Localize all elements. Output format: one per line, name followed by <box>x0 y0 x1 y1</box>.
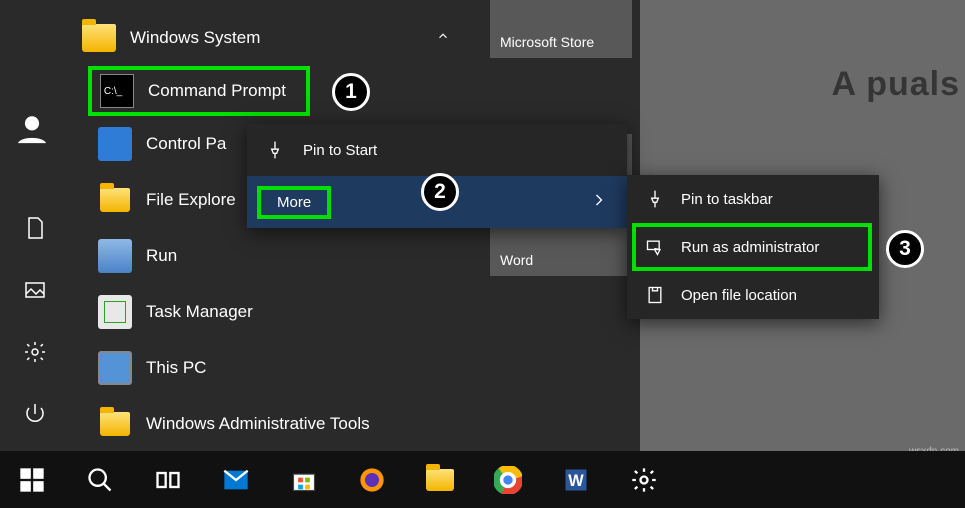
chevron-up-icon <box>436 29 450 47</box>
app-label: Control Pa <box>146 134 226 154</box>
taskbar-store[interactable] <box>272 451 336 508</box>
admin-tools-icon <box>98 407 132 441</box>
chevron-right-icon <box>589 190 609 214</box>
search-button[interactable] <box>68 451 132 508</box>
context-menu-more: Pin to taskbar Run as administrator Open… <box>627 175 879 319</box>
start-left-rail <box>0 0 70 451</box>
taskbar-word[interactable]: W <box>544 451 608 508</box>
folder-label: Windows System <box>130 28 260 48</box>
app-label: This PC <box>146 358 206 378</box>
documents-icon[interactable] <box>10 203 60 253</box>
folder-windows-system[interactable]: Windows System <box>82 10 462 66</box>
task-view-button[interactable] <box>136 451 200 508</box>
taskbar-firefox[interactable] <box>340 451 404 508</box>
step-badge-1: 1 <box>332 73 370 111</box>
watermark-text: A puals <box>831 65 960 104</box>
run-icon <box>98 239 132 273</box>
app-label: Windows Administrative Tools <box>146 414 370 434</box>
pictures-icon[interactable] <box>10 265 60 315</box>
menu-open-file-location[interactable]: Open file location <box>627 271 879 319</box>
step-badge-3: 3 <box>886 230 924 268</box>
taskbar-mail[interactable] <box>204 451 268 508</box>
taskbar-chrome[interactable] <box>476 451 540 508</box>
menu-label: Run as administrator <box>681 239 819 256</box>
power-icon[interactable] <box>10 389 60 439</box>
menu-pin-to-start[interactable]: Pin to Start <box>247 124 627 176</box>
tile-label: Microsoft Store <box>500 34 622 50</box>
this-pc-icon <box>98 351 132 385</box>
step-badge-2: 2 <box>421 173 459 211</box>
app-label: Command Prompt <box>148 81 286 101</box>
file-explorer-icon <box>98 183 132 217</box>
app-command-prompt[interactable]: C:\_ Command Prompt <box>88 66 310 116</box>
taskbar: W <box>0 451 965 508</box>
cmd-icon: C:\_ <box>100 74 134 108</box>
menu-run-as-administrator[interactable]: Run as administrator <box>627 223 879 271</box>
control-panel-icon <box>98 127 132 161</box>
folder-icon <box>82 24 116 52</box>
app-this-pc[interactable]: This PC <box>82 340 462 396</box>
svg-text:W: W <box>568 471 584 489</box>
menu-label: More <box>277 194 311 211</box>
tile-label: Word <box>500 252 622 268</box>
app-list: Windows System C:\_ Command Prompt Contr… <box>82 10 462 452</box>
menu-label: Pin to taskbar <box>681 191 773 208</box>
app-run[interactable]: Run <box>82 228 462 284</box>
start-button[interactable] <box>0 451 64 508</box>
menu-label: Pin to Start <box>303 142 377 159</box>
menu-label: Open file location <box>681 287 797 304</box>
taskbar-settings[interactable] <box>612 451 676 508</box>
tile-microsoft-store[interactable]: Microsoft Store <box>490 0 632 58</box>
app-admin-tools[interactable]: Windows Administrative Tools <box>82 396 462 452</box>
app-label: Task Manager <box>146 302 253 322</box>
app-label: File Explore <box>146 190 236 210</box>
menu-pin-to-taskbar[interactable]: Pin to taskbar <box>627 175 879 223</box>
app-task-manager[interactable]: Task Manager <box>82 284 462 340</box>
app-label: Run <box>146 246 177 266</box>
taskbar-file-explorer[interactable] <box>408 451 472 508</box>
task-manager-icon <box>98 295 132 329</box>
settings-icon[interactable] <box>10 327 60 377</box>
